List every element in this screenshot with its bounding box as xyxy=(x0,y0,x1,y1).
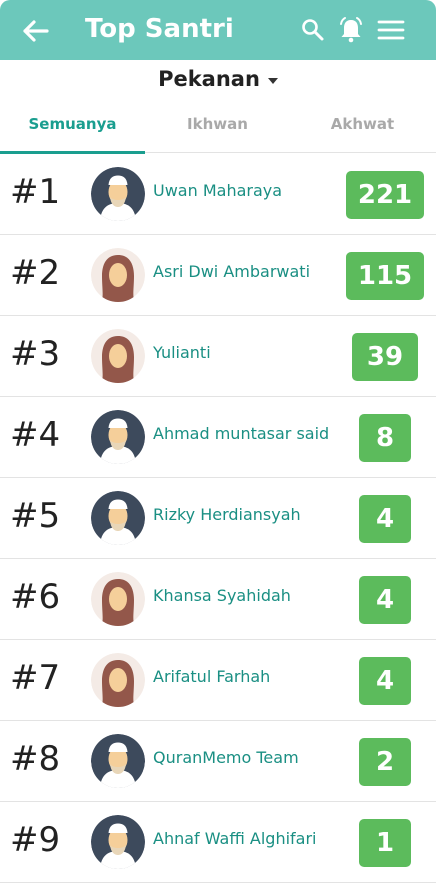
santri-name[interactable]: Rizky Herdiansyah xyxy=(153,504,301,526)
rank-label: #6 xyxy=(10,577,61,617)
leaderboard-row[interactable]: #6 Khansa Syahidah 4 xyxy=(0,559,436,640)
score-badge: 2 xyxy=(359,738,411,786)
female-avatar-icon xyxy=(91,653,145,707)
leaderboard-row[interactable]: #8 QuranMemo Team 2 xyxy=(0,721,436,802)
rank-label: #7 xyxy=(10,658,61,698)
leaderboard-row[interactable]: #5 Rizky Herdiansyah 4 xyxy=(0,478,436,559)
leaderboard-row[interactable]: #2 Asri Dwi Ambarwati 115 xyxy=(0,235,436,316)
male-avatar-icon xyxy=(91,410,145,464)
santri-name[interactable]: Asri Dwi Ambarwati xyxy=(153,261,310,283)
score-badge: 4 xyxy=(359,495,411,543)
santri-name[interactable]: Uwan Maharaya xyxy=(153,180,282,202)
rank-label: #5 xyxy=(10,496,61,536)
rank-label: #3 xyxy=(10,334,61,374)
rank-label: #9 xyxy=(10,820,61,860)
tab-akhwat[interactable]: Akhwat xyxy=(290,104,435,150)
male-avatar-icon xyxy=(91,167,145,221)
female-avatar-icon xyxy=(91,248,145,302)
leaderboard-row[interactable]: #7 Arifatul Farhah 4 xyxy=(0,640,436,721)
back-arrow-icon[interactable] xyxy=(20,16,50,46)
female-avatar-icon xyxy=(91,329,145,383)
score-badge: 4 xyxy=(359,657,411,705)
page-title: Top Santri xyxy=(85,14,234,44)
rank-label: #4 xyxy=(10,415,61,455)
leaderboard-row[interactable]: #1 Uwan Maharaya 221 xyxy=(0,154,436,235)
santri-name[interactable]: Ahmad muntasar said xyxy=(153,423,329,445)
period-dropdown[interactable]: Pekanan xyxy=(0,62,436,96)
score-badge: 39 xyxy=(352,333,418,381)
rank-label: #2 xyxy=(10,253,61,293)
score-badge: 1 xyxy=(359,819,411,867)
search-icon[interactable] xyxy=(298,15,328,45)
santri-name[interactable]: QuranMemo Team xyxy=(153,747,299,769)
score-badge: 8 xyxy=(359,414,411,462)
tab-semuanya[interactable]: Semuanya xyxy=(0,104,145,150)
male-avatar-icon xyxy=(91,491,145,545)
santri-name[interactable]: Yulianti xyxy=(153,342,211,364)
santri-name[interactable]: Arifatul Farhah xyxy=(153,666,270,688)
chevron-down-icon xyxy=(267,78,278,84)
female-avatar-icon xyxy=(91,572,145,626)
leaderboard-list: #1 Uwan Maharaya 221 #2 Asri Dwi Ambarwati 11… xyxy=(0,154,436,883)
score-badge: 221 xyxy=(346,171,424,219)
rank-label: #8 xyxy=(10,739,61,779)
rank-label: #1 xyxy=(10,172,61,212)
tab-ikhwan[interactable]: Ikhwan xyxy=(145,104,290,150)
menu-icon[interactable] xyxy=(376,15,406,45)
score-badge: 4 xyxy=(359,576,411,624)
male-avatar-icon xyxy=(91,815,145,869)
score-badge: 115 xyxy=(346,252,424,300)
leaderboard-row[interactable]: #4 Ahmad muntasar said 8 xyxy=(0,397,436,478)
gender-tabs: Semuanya Ikhwan Akhwat xyxy=(0,104,436,154)
app-bar: Top Santri xyxy=(0,0,436,60)
alarm-bell-icon[interactable] xyxy=(336,15,366,45)
leaderboard-row[interactable]: #9 Ahnaf Waffi Alghifari 1 xyxy=(0,802,436,883)
male-avatar-icon xyxy=(91,734,145,788)
leaderboard-row[interactable]: #3 Yulianti 39 xyxy=(0,316,436,397)
santri-name[interactable]: Khansa Syahidah xyxy=(153,585,291,607)
period-label: Pekanan xyxy=(158,67,260,91)
